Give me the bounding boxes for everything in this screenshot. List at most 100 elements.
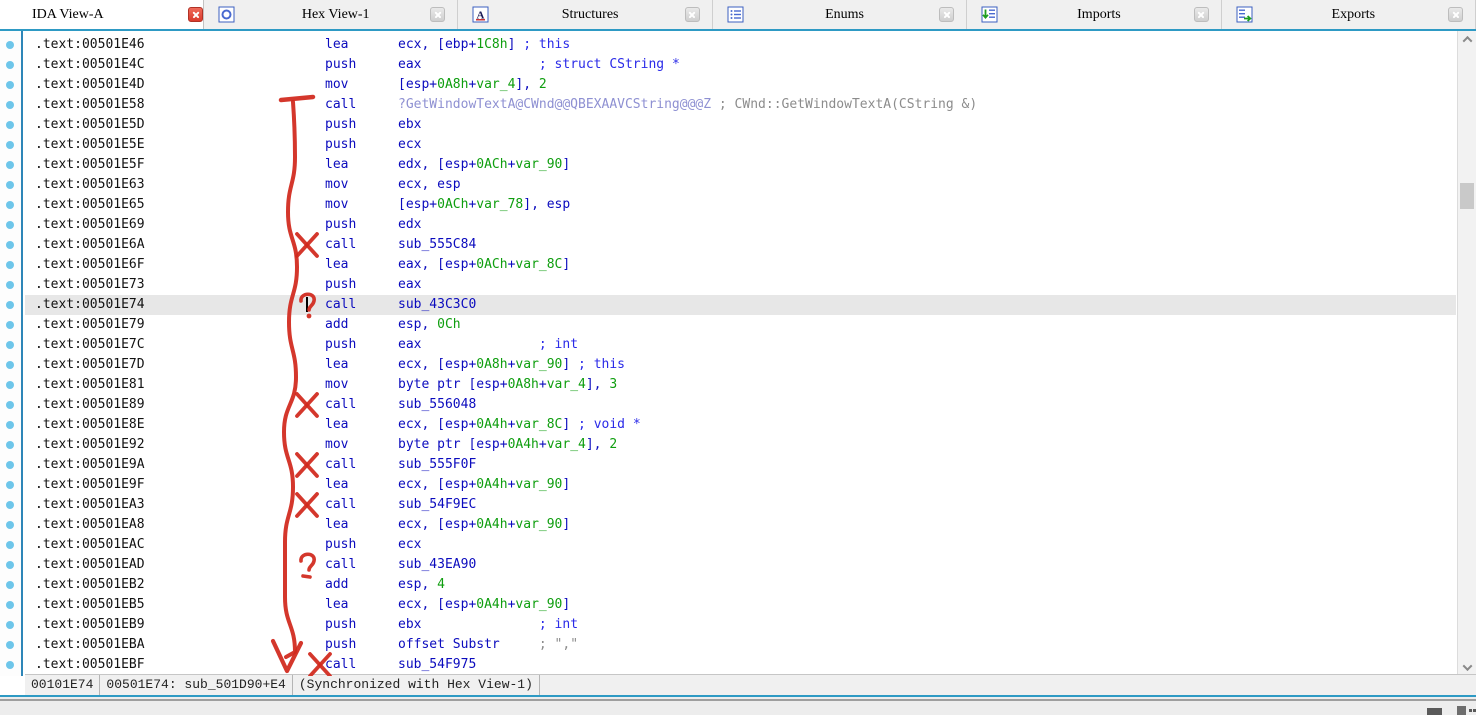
- operand: byte ptr [esp+: [398, 377, 508, 392]
- bottom-strip: [0, 699, 1476, 715]
- ida-tab-bar: IDA View-A Hex View-1 AStructures Enums Impo…: [0, 0, 1476, 31]
- operand: ecx, [esp+: [398, 517, 476, 532]
- code-line[interactable]: .text:00501E73pusheax: [25, 275, 1456, 295]
- hex-view-icon: [218, 6, 235, 23]
- operand: esp,: [398, 577, 437, 592]
- nav-dot: [6, 521, 14, 529]
- mnemonic: lea: [325, 475, 398, 495]
- address: .text:00501EB2: [35, 575, 325, 595]
- code-line[interactable]: .text:00501EB2addesp, 4: [25, 575, 1456, 595]
- operand: var_8C: [515, 417, 562, 432]
- tab-close-button[interactable]: [685, 7, 700, 22]
- mnemonic: push: [325, 535, 398, 555]
- address: .text:00501EA8: [35, 515, 325, 535]
- code-line[interactable]: .text:00501EA3callsub_54F9EC: [25, 495, 1456, 515]
- code-line[interactable]: .text:00501E79addesp, 0Ch: [25, 315, 1456, 335]
- operand: +: [539, 437, 547, 452]
- code-line[interactable]: .text:00501E7Dleaecx, [esp+0A8h+var_90] …: [25, 355, 1456, 375]
- tab-hex-view-1[interactable]: Hex View-1: [204, 0, 458, 29]
- address: .text:00501E74: [35, 295, 325, 315]
- tab-structures[interactable]: AStructures: [458, 0, 712, 29]
- enums-icon: [727, 6, 744, 23]
- code-line[interactable]: .text:00501E74callsub_43C3C0: [25, 295, 1456, 315]
- tab-close-button[interactable]: [188, 7, 203, 22]
- tab-imports[interactable]: Imports: [967, 0, 1221, 29]
- operand: ecx: [398, 137, 421, 152]
- operand: ; CWnd::GetWindowTextA(CString &): [719, 97, 977, 112]
- disassembly-area[interactable]: .text:00501E46leaecx, [ebp+1C8h] ; this.…: [25, 31, 1456, 676]
- nav-dot: [6, 81, 14, 89]
- scrollbar-thumb[interactable]: [1460, 183, 1474, 209]
- operand: sub_555F0F: [398, 457, 476, 472]
- mnemonic: lea: [325, 515, 398, 535]
- code-line[interactable]: .text:00501E8Eleaecx, [esp+0A4h+var_8C] …: [25, 415, 1456, 435]
- tab-close-button[interactable]: [1448, 7, 1463, 22]
- operand: ]: [562, 597, 570, 612]
- tab-label: Enums: [750, 7, 939, 23]
- code-line[interactable]: .text:00501EBApushoffset Substr ; ",": [25, 635, 1456, 655]
- tab-label: Hex View-1: [241, 7, 430, 23]
- tab-close-button[interactable]: [430, 7, 445, 22]
- code-line[interactable]: .text:00501E46leaecx, [ebp+1C8h] ; this: [25, 35, 1456, 55]
- operand: sub_43C3C0: [398, 297, 476, 312]
- code-line[interactable]: .text:00501E9Acallsub_555F0F: [25, 455, 1456, 475]
- partial-taskbar-icon: [1469, 709, 1472, 712]
- tab-label: IDA View-A: [32, 7, 188, 23]
- code-line[interactable]: .text:00501E4Cpusheax ; struct CString *: [25, 55, 1456, 75]
- code-line[interactable]: .text:00501EADcallsub_43EA90: [25, 555, 1456, 575]
- operand: ]: [562, 417, 578, 432]
- nav-dot: [6, 261, 14, 269]
- mnemonic: call: [325, 655, 398, 675]
- address: .text:00501E7D: [35, 355, 325, 375]
- code-line[interactable]: .text:00501E65mov[esp+0ACh+var_78], esp: [25, 195, 1456, 215]
- nav-dot: [6, 301, 14, 309]
- ida-view-window: .text:00501E46leaecx, [ebp+1C8h] ; this.…: [0, 31, 1476, 697]
- code-line[interactable]: .text:00501E4Dmov[esp+0A8h+var_4], 2: [25, 75, 1456, 95]
- code-line[interactable]: .text:00501E5Fleaedx, [esp+0ACh+var_90]: [25, 155, 1456, 175]
- code-line[interactable]: .text:00501E81movbyte ptr [esp+0A8h+var_…: [25, 375, 1456, 395]
- code-line[interactable]: .text:00501EACpushecx: [25, 535, 1456, 555]
- address: .text:00501E73: [35, 275, 325, 295]
- nav-dot: [6, 101, 14, 109]
- nav-dot: [6, 381, 14, 389]
- code-line[interactable]: .text:00501E5Epushecx: [25, 135, 1456, 155]
- nav-dot: [6, 541, 14, 549]
- mnemonic: call: [325, 95, 398, 115]
- operand: ]: [562, 357, 578, 372]
- operand: var_4: [476, 77, 515, 92]
- code-line[interactable]: .text:00501E7Cpusheax ; int: [25, 335, 1456, 355]
- code-line[interactable]: .text:00501EA8leaecx, [esp+0A4h+var_90]: [25, 515, 1456, 535]
- operand: ]: [508, 37, 524, 52]
- code-line[interactable]: .text:00501E89callsub_556048: [25, 395, 1456, 415]
- code-line[interactable]: .text:00501EB9pushebx ; int: [25, 615, 1456, 635]
- structures-icon: A: [472, 6, 489, 23]
- address: .text:00501E9F: [35, 475, 325, 495]
- operand: eax: [398, 57, 539, 72]
- nav-dot: [6, 501, 14, 509]
- operand: var_90: [515, 477, 562, 492]
- code-line[interactable]: .text:00501E58call?GetWindowTextA@CWnd@@…: [25, 95, 1456, 115]
- tab-close-button[interactable]: [1194, 7, 1209, 22]
- tab-close-button[interactable]: [939, 7, 954, 22]
- tab-enums[interactable]: Enums: [713, 0, 967, 29]
- code-line[interactable]: .text:00501E9Fleaecx, [esp+0A4h+var_90]: [25, 475, 1456, 495]
- vertical-scrollbar[interactable]: [1457, 31, 1476, 676]
- code-line[interactable]: .text:00501E69pushedx: [25, 215, 1456, 235]
- code-line[interactable]: .text:00501E6Acallsub_555C84: [25, 235, 1456, 255]
- address: .text:00501E69: [35, 215, 325, 235]
- code-line[interactable]: .text:00501E5Dpushebx: [25, 115, 1456, 135]
- address: .text:00501E81: [35, 375, 325, 395]
- code-line[interactable]: .text:00501EB5leaecx, [esp+0A4h+var_90]: [25, 595, 1456, 615]
- operand: 0A4h: [508, 437, 539, 452]
- tab-exports[interactable]: Exports: [1222, 0, 1476, 29]
- code-line[interactable]: .text:00501E63movecx, esp: [25, 175, 1456, 195]
- code-line[interactable]: .text:00501EBFcallsub_54F975: [25, 655, 1456, 675]
- code-line[interactable]: .text:00501E92movbyte ptr [esp+0A4h+var_…: [25, 435, 1456, 455]
- mnemonic: call: [325, 395, 398, 415]
- nav-dot: [6, 121, 14, 129]
- code-line[interactable]: .text:00501E6Fleaeax, [esp+0ACh+var_8C]: [25, 255, 1456, 275]
- nav-dot: [6, 41, 14, 49]
- tab-ida-view-a[interactable]: IDA View-A: [0, 0, 204, 29]
- scroll-up-button[interactable]: [1458, 31, 1476, 48]
- status-address: 00501E74: sub_501D90+E4: [100, 675, 292, 695]
